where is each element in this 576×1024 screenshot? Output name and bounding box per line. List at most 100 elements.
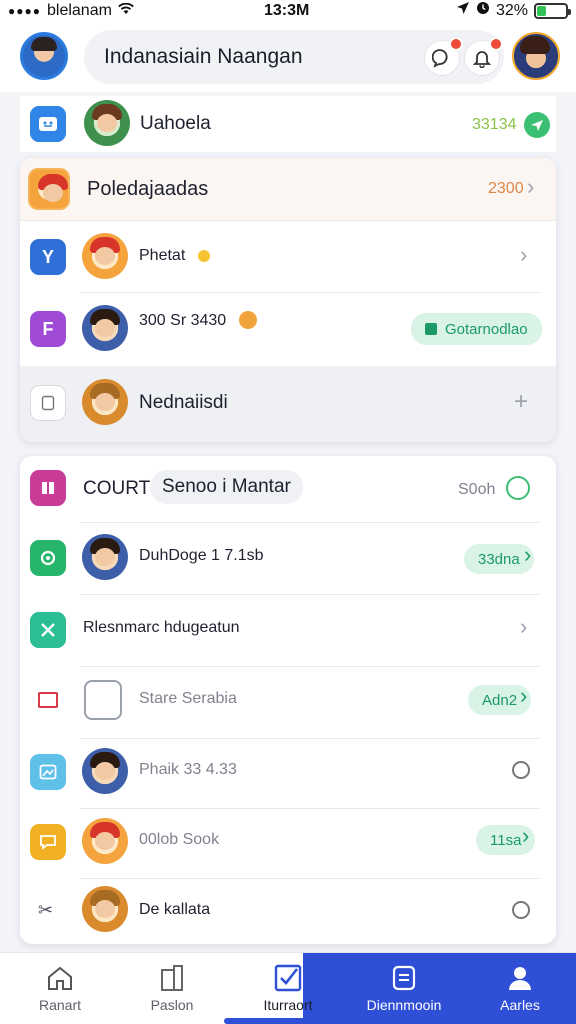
- bell-icon: [472, 51, 492, 68]
- building-icon: [157, 963, 187, 993]
- tab-label: Ranart: [38, 997, 82, 1013]
- carrier-label: blelanam: [47, 2, 112, 19]
- tab-documents[interactable]: Diennmooin: [356, 963, 452, 1021]
- bag-icon: [84, 680, 122, 720]
- tab-label: Paslon: [150, 997, 194, 1013]
- chat-bubble-icon: [30, 824, 66, 860]
- refresh-icon: [30, 540, 66, 576]
- character-avatar: [82, 886, 128, 932]
- character-avatar: [28, 168, 70, 210]
- calendar-icon: [38, 692, 58, 708]
- item-label: De kallata: [139, 901, 211, 918]
- document-icon: [389, 963, 419, 993]
- person-icon: [505, 963, 535, 993]
- tab-label: Diennmooin: [366, 997, 442, 1013]
- card-title: Poledajaadas: [87, 178, 209, 200]
- alarm-icon: [476, 1, 490, 20]
- badge-label: 33dna: [478, 550, 520, 568]
- tab-label: Aarles: [500, 997, 540, 1013]
- character-avatar: [82, 818, 128, 864]
- item-label: Phaik 33 4.33: [139, 761, 237, 778]
- tab-places[interactable]: Paslon: [124, 963, 220, 1021]
- wifi-icon: [118, 2, 134, 20]
- coin-icon: [198, 250, 210, 262]
- chevron-right-icon: ›: [522, 823, 530, 848]
- chevron-right-icon: ›: [520, 242, 528, 267]
- user-avatar[interactable]: [20, 32, 68, 80]
- tab-profile[interactable]: Aarles: [472, 963, 568, 1021]
- chat-icon: [432, 49, 448, 68]
- tab-home[interactable]: Ranart: [12, 963, 108, 1021]
- action-badge[interactable]: Gotarnodlao: [411, 313, 542, 345]
- badge-label: 11sa: [490, 831, 522, 849]
- notification-dot: [449, 37, 463, 51]
- character-avatar: [82, 233, 128, 279]
- battery-fill: [537, 5, 546, 16]
- location-icon: [456, 1, 470, 20]
- item-label: Stare Serabia: [139, 690, 237, 707]
- status-bar: ●●●● blelanam 13:3M 32%: [0, 0, 576, 24]
- file-icon: [30, 385, 66, 421]
- plus-icon[interactable]: +: [514, 388, 528, 416]
- chevron-right-icon: ›: [520, 683, 528, 708]
- home-indicator: [224, 1018, 384, 1024]
- f-app-icon: F: [30, 311, 66, 347]
- app-header: Indanasiain Naangan: [0, 24, 576, 92]
- character-avatar: [82, 748, 128, 794]
- character-avatar: [84, 100, 130, 146]
- chevron-right-icon: ›: [527, 174, 535, 199]
- item-label: Phetat: [139, 247, 186, 264]
- item-value: S0oh: [458, 481, 496, 498]
- divider: [80, 292, 540, 293]
- card-title-value: 2300: [488, 180, 524, 197]
- tools-icon: [30, 612, 66, 648]
- signal-icon: ●●●●: [8, 4, 41, 18]
- badge-label: Adn2: [482, 691, 518, 709]
- info-icon[interactable]: [512, 761, 530, 779]
- smiley-icon: [239, 311, 257, 329]
- profile-avatar[interactable]: [512, 32, 560, 80]
- tab-tasks[interactable]: Iturraort: [240, 963, 336, 1021]
- badge-label: Gotarnodlao: [445, 320, 528, 338]
- group-card-1: Poledajaadas 2300 › Y Phetat › F 300 Sr …: [20, 158, 556, 442]
- character-avatar: [82, 379, 128, 425]
- item-label: 00lob Sook: [139, 831, 220, 848]
- group-card-2: COURT Senoo i Mantar S0oh DuhDoge 1 7.1s…: [20, 456, 556, 944]
- item-value: 33134: [472, 116, 517, 133]
- image-icon: [30, 754, 66, 790]
- divider: [80, 594, 540, 595]
- character-avatar: [82, 305, 128, 351]
- status-time: 13:3M: [264, 2, 310, 19]
- divider: [80, 808, 540, 809]
- scissors-icon: ✂: [38, 900, 54, 920]
- item-label: Nednaiisdi: [139, 392, 228, 413]
- item-label: DuhDoge 1 7.1sb: [139, 547, 264, 564]
- character-avatar: [82, 534, 128, 580]
- notifications-button[interactable]: [464, 37, 503, 76]
- plane-icon[interactable]: [524, 112, 550, 138]
- divider: [80, 878, 540, 879]
- tab-label: Iturraort: [263, 997, 313, 1013]
- list-item-top[interactable]: Uahoela 33134: [20, 96, 556, 152]
- divider: [80, 522, 540, 523]
- divider: [80, 738, 540, 739]
- chevron-right-icon: ›: [520, 614, 528, 639]
- divider: [80, 666, 540, 667]
- item-label: COURT: [83, 478, 151, 499]
- lock-icon: [425, 323, 437, 335]
- item-label: Uahoela: [140, 113, 211, 134]
- battery-percent: 32%: [495, 1, 528, 19]
- chip-button[interactable]: Senoo i Mantar: [150, 470, 303, 504]
- divider: [20, 220, 556, 221]
- battery-icon: [534, 2, 571, 19]
- bottom-nav: Ranart Paslon Iturraort Diennmooin Aarle…: [0, 952, 576, 1024]
- item-label: Rlesnmarc hdugeatun: [83, 619, 240, 636]
- messages-button[interactable]: [424, 37, 463, 76]
- circle-icon[interactable]: [506, 476, 530, 500]
- search-text: Indanasiain Naangan: [104, 45, 303, 68]
- message-icon: [30, 106, 66, 142]
- info-icon[interactable]: [512, 901, 530, 919]
- item-label: 300 Sr 3430: [139, 312, 227, 329]
- chip-label: Senoo i Mantar: [162, 476, 291, 497]
- y-app-icon: Y: [30, 239, 66, 275]
